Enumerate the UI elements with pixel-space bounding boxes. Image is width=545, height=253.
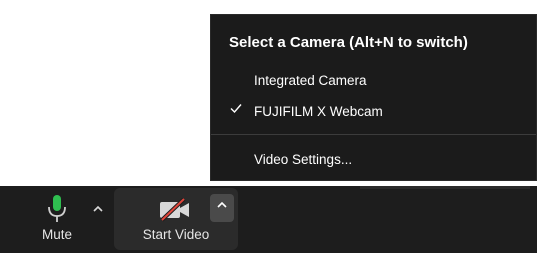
menu-item-integrated-camera[interactable]: Integrated Camera: [211, 67, 536, 95]
start-video-label: Start Video: [142, 227, 210, 242]
menu-item-label: Integrated Camera: [254, 73, 367, 88]
camera-select-menu: Select a Camera (Alt+N to switch) Integr…: [210, 14, 537, 181]
microphone-icon: [46, 194, 68, 224]
menu-title: Select a Camera (Alt+N to switch): [229, 34, 468, 51]
menu-item-label: FUJIFILM X Webcam: [254, 104, 383, 119]
menu-item-fujifilm-webcam[interactable]: FUJIFILM X Webcam: [211, 98, 536, 126]
video-off-icon: [158, 197, 192, 222]
menu-divider: [211, 134, 536, 135]
menu-item-label: Video Settings...: [254, 152, 353, 167]
checkmark-icon: [229, 101, 243, 115]
menu-item-video-settings[interactable]: Video Settings...: [211, 146, 536, 174]
video-options-caret[interactable]: [210, 194, 234, 222]
mute-button[interactable]: Mute: [28, 188, 86, 250]
meeting-toolbar: Mute Start Video: [0, 186, 537, 253]
mute-label: Mute: [41, 227, 72, 242]
audio-options-caret[interactable]: [86, 198, 110, 222]
